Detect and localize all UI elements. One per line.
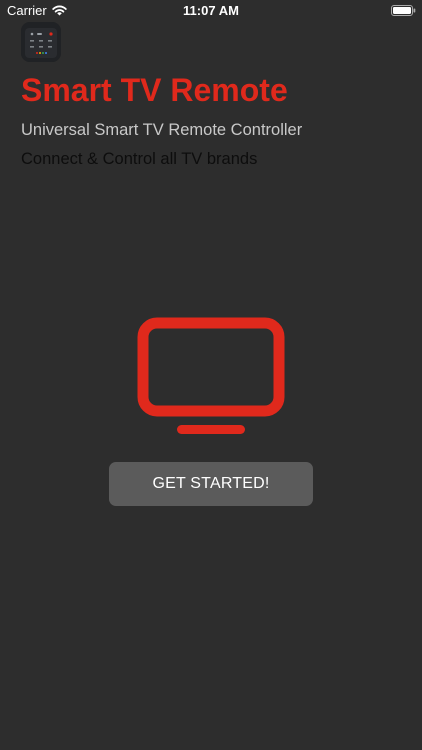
tv-icon [137,317,285,434]
status-time: 11:07 AM [183,3,239,18]
app-title: Smart TV Remote [21,72,288,108]
battery-icon [391,5,416,16]
remote-app-icon [21,22,61,62]
app-tagline: Connect & Control all TV brands [21,150,258,168]
get-started-button[interactable]: GET STARTED! [109,462,313,506]
app-subtitle: Universal Smart TV Remote Controller [21,121,303,139]
status-bar: Carrier 11:07 AM [0,0,422,22]
